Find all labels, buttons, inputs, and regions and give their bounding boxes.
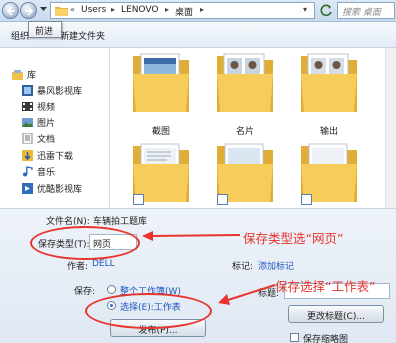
annotation-arrow-sheet: [227, 284, 276, 301]
tooltip: 前进: [28, 21, 62, 38]
annotation-arrowhead-sheet: [218, 294, 230, 305]
annotation-select-note: 保存选择“工作表”: [275, 279, 376, 294]
annotation-arrow-type: [149, 234, 241, 237]
annotation-arrowhead-type: [142, 231, 153, 241]
annotation-type-note: 保存类型选“网页”: [243, 231, 344, 246]
